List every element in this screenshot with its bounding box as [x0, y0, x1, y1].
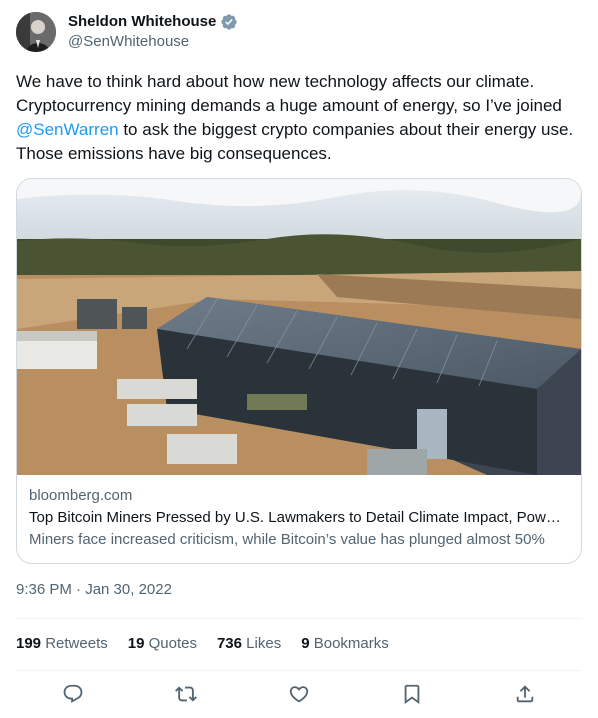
quotes-stat[interactable]: 19 Quotes — [128, 634, 197, 654]
display-name[interactable]: Sheldon Whitehouse — [68, 12, 216, 32]
engagement-stats: 199 Retweets 19 Quotes 736 Likes 9 Bookm… — [16, 634, 409, 654]
divider — [16, 670, 582, 671]
divider — [16, 618, 582, 619]
bookmarks-count: 9 — [301, 635, 310, 652]
quotes-label: Quotes — [148, 635, 197, 652]
verified-badge-icon — [220, 13, 238, 31]
bookmarks-label: Bookmarks — [313, 635, 389, 652]
card-description: Miners face increased criticism, while B… — [29, 531, 545, 548]
avatar[interactable] — [16, 12, 56, 52]
card-meta: bloomberg.com Top Bitcoin Miners Pressed… — [29, 485, 569, 551]
author-names: Sheldon Whitehouse @SenWhitehouse — [68, 12, 238, 52]
reply-button[interactable] — [61, 682, 85, 706]
bookmark-icon — [404, 684, 420, 705]
likes-count: 736 — [216, 635, 242, 652]
card-title[interactable]: Top Bitcoin Miners Pressed by U.S. Lawma… — [29, 507, 569, 529]
retweets-count: 199 — [16, 635, 42, 652]
retweets-label: Retweets — [45, 635, 108, 652]
card-image — [17, 179, 581, 475]
action-bar — [16, 682, 582, 708]
like-button[interactable] — [287, 682, 311, 706]
likes-stat[interactable]: 736 Likes — [217, 634, 281, 654]
display-name-row: Sheldon Whitehouse — [68, 12, 238, 32]
retweet-icon — [174, 686, 197, 702]
quotes-count: 19 — [127, 635, 145, 652]
tweet-header: Sheldon Whitehouse @SenWhitehouse — [16, 12, 238, 54]
share-icon — [517, 685, 534, 703]
reply-icon — [63, 684, 82, 703]
mention-link[interactable]: @SenWarren — [16, 120, 119, 139]
tweet-timestamp[interactable]: 9:36 PM · Jan 30, 2022 — [16, 580, 172, 600]
bookmarks-stat[interactable]: 9 Bookmarks — [301, 634, 389, 654]
like-icon — [289, 686, 309, 703]
card-domain: bloomberg.com — [29, 487, 133, 504]
tweet-text-part-1: We have to think hard about how new tech… — [16, 72, 562, 115]
tweet-text: We have to think hard about how new tech… — [16, 70, 582, 166]
author-handle[interactable]: @SenWhitehouse — [68, 32, 238, 52]
retweets-stat[interactable]: 199 Retweets — [16, 634, 108, 654]
retweet-button[interactable] — [174, 682, 198, 706]
bookmark-button[interactable] — [400, 682, 424, 706]
tweet: Sheldon Whitehouse @SenWhitehouse We hav… — [0, 0, 598, 718]
likes-label: Likes — [246, 635, 282, 652]
link-card[interactable]: bloomberg.com Top Bitcoin Miners Pressed… — [16, 178, 582, 564]
share-button[interactable] — [513, 682, 537, 706]
